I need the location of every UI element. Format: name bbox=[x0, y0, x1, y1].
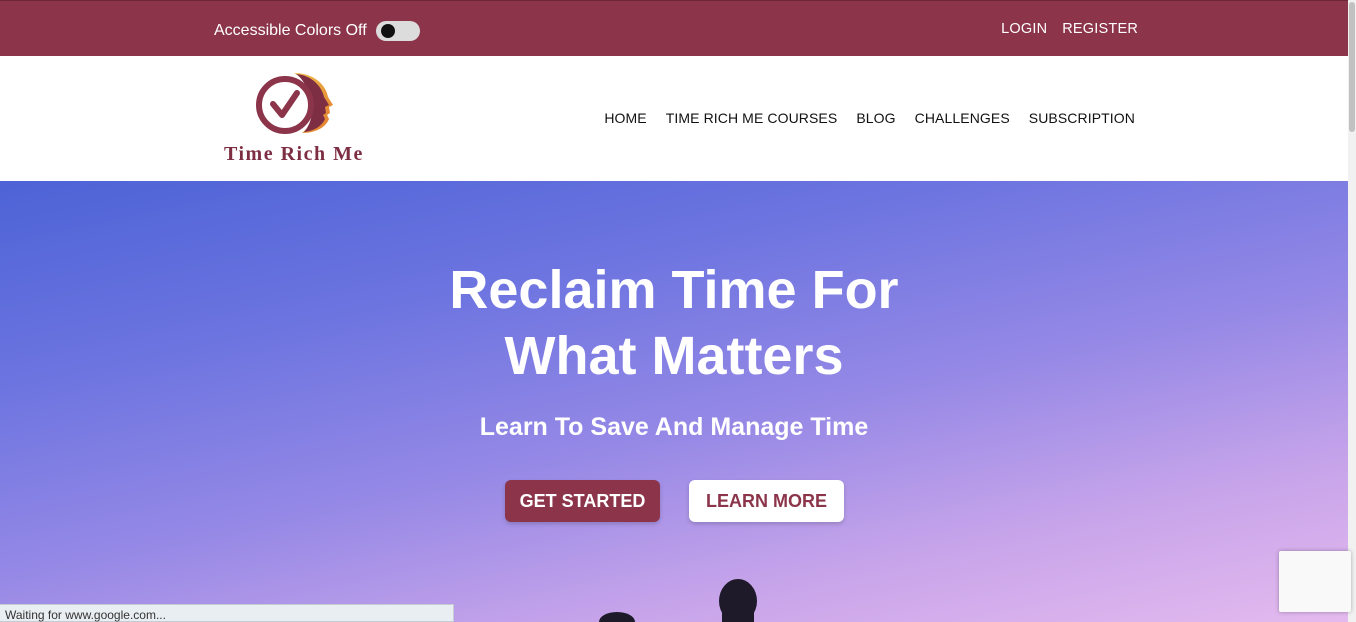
site-header: Time Rich Me HOME TIME RICH ME COURSES B… bbox=[0, 56, 1348, 181]
nav-challenges[interactable]: CHALLENGES bbox=[915, 110, 1010, 126]
toggle-knob bbox=[380, 24, 395, 38]
scrollbar-thumb[interactable] bbox=[1349, 2, 1355, 132]
site-logo[interactable]: Time Rich Me bbox=[222, 71, 372, 166]
hero-section: Reclaim Time For What Matters Learn To S… bbox=[0, 181, 1348, 622]
nav-blog[interactable]: BLOG bbox=[856, 110, 895, 126]
nav-courses[interactable]: TIME RICH ME COURSES bbox=[666, 110, 838, 126]
accessible-colors-label: Accessible Colors Off bbox=[214, 22, 367, 39]
recaptcha-badge[interactable] bbox=[1279, 551, 1351, 612]
auth-links: LOGIN REGISTER bbox=[1001, 21, 1138, 37]
main-nav: HOME TIME RICH ME COURSES BLOG CHALLENGE… bbox=[604, 110, 1135, 126]
accessible-colors-switch[interactable]: Accessible Colors Off bbox=[214, 21, 420, 41]
nav-home[interactable]: HOME bbox=[604, 110, 646, 126]
page-scrollbar[interactable] bbox=[1348, 0, 1356, 622]
people-silhouette-image bbox=[599, 579, 757, 622]
register-link[interactable]: REGISTER bbox=[1062, 21, 1138, 37]
clock-face-logo-icon bbox=[256, 73, 333, 134]
login-link[interactable]: LOGIN bbox=[1001, 21, 1047, 37]
browser-status-bar: Waiting for www.google.com... bbox=[0, 604, 454, 622]
nav-subscription[interactable]: SUBSCRIPTION bbox=[1029, 110, 1135, 126]
logo-wordmark: Time Rich Me bbox=[224, 143, 364, 165]
accessible-colors-toggle[interactable] bbox=[375, 21, 420, 41]
top-bar: Accessible Colors Off LOGIN REGISTER bbox=[0, 0, 1348, 56]
